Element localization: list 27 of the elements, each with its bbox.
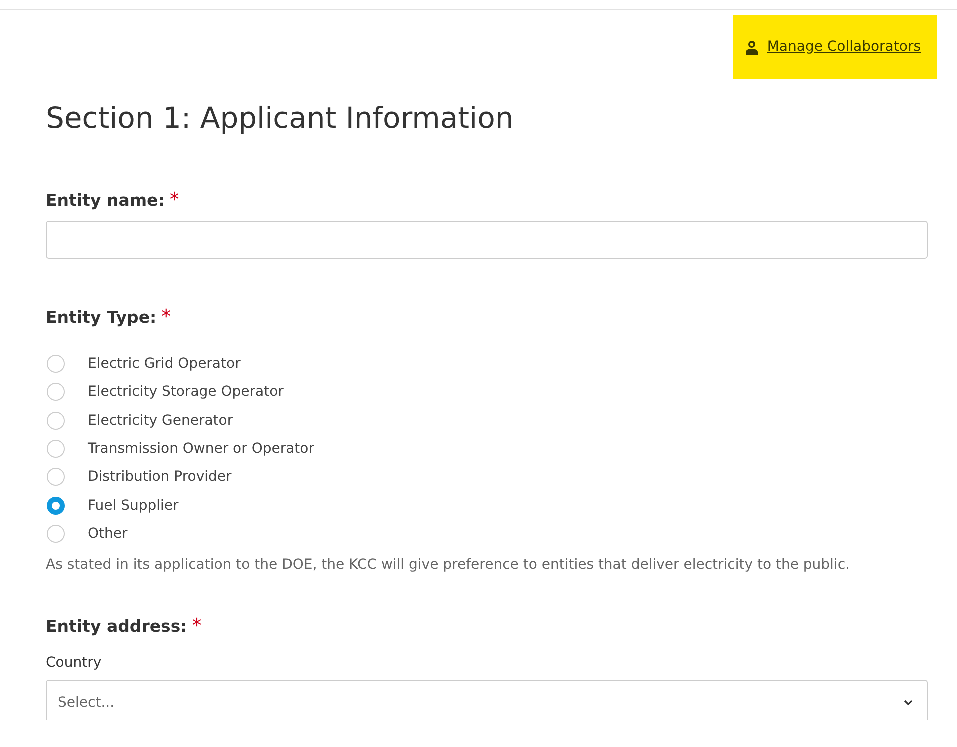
field-label: Entity Type: [46, 308, 157, 327]
option-label: Other [88, 526, 128, 542]
option-label: Electric Grid Operator [88, 356, 241, 372]
manage-collaborators-link[interactable]: Manage Collaborators [767, 39, 921, 55]
help-text: As stated in its application to the DOE, the KCC will give preference to entities that deliver electricity to the public. [46, 557, 851, 574]
radio-button[interactable] [47, 355, 65, 374]
section-title: Section 1: Applicant Information [46, 101, 515, 135]
field-label: Entity name: [46, 191, 165, 210]
radio-button[interactable] [47, 412, 65, 430]
radio-button[interactable] [47, 383, 65, 402]
option-label: Fuel Supplier [88, 498, 179, 514]
radio-button[interactable] [47, 524, 65, 543]
chevron-down-icon [904, 700, 913, 706]
radio-button[interactable] [47, 468, 65, 486]
required-mark: * [192, 615, 202, 638]
option-label: Transmission Owner or Operator [88, 441, 314, 458]
radio-button[interactable] [47, 440, 65, 458]
option-label: Electricity Generator [88, 412, 234, 429]
radio-button[interactable] [47, 496, 65, 515]
required-mark: * [170, 189, 180, 211]
country-select[interactable]: Select... [46, 680, 928, 720]
option-label: Distribution Provider [88, 469, 232, 486]
option-label: Electricity Storage Operator [88, 384, 284, 400]
country-label: Country [46, 655, 103, 672]
user-icon [745, 40, 760, 54]
required-mark: * [162, 306, 172, 328]
field-label: Entity address: [46, 617, 188, 636]
